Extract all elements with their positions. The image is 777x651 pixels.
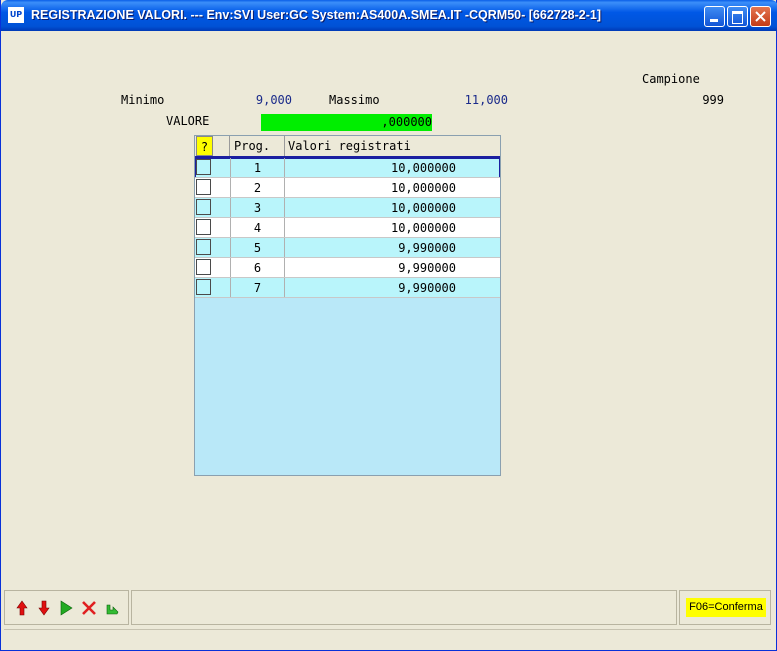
table-row[interactable]: 1 10,000000 [195,158,500,178]
maximize-button[interactable] [727,6,748,27]
massimo-label: Massimo [329,93,380,107]
minimo-value: 9,000 [255,93,292,107]
function-key-panel: F06=Conferma [679,590,771,625]
close-button[interactable] [750,6,771,27]
row-divider [195,217,500,218]
row-prog: 2 [230,178,285,198]
row-value: 9,990000 [398,241,456,255]
row-value: 9,990000 [398,281,456,295]
arrow-down-icon[interactable] [35,599,53,617]
f06-confirm-button[interactable]: F06=Conferma [686,598,766,617]
row-select-checkbox[interactable] [196,159,211,175]
row-value: 10,000000 [390,181,456,195]
row-select-checkbox[interactable] [196,259,211,275]
help-button[interactable]: ? [196,136,213,156]
table-row[interactable]: 3 10,000000 [195,198,500,218]
row-select-checkbox[interactable] [196,179,211,195]
return-icon[interactable] [103,599,121,617]
row-prog: 3 [230,198,285,218]
minimize-button[interactable] [704,6,725,27]
row-prog: 1 [230,158,285,178]
status-bar [4,629,771,646]
play-icon[interactable] [57,599,75,617]
row-prog: 4 [230,218,285,238]
message-panel [131,590,677,625]
column-header-values[interactable]: Valori registrati [285,136,500,156]
column-header-prog[interactable]: Prog. [230,136,285,156]
row-prog: 5 [230,238,285,258]
window-title: REGISTRAZIONE VALORI. --- Env:SVI User:G… [31,8,602,22]
row-select-checkbox[interactable] [196,199,211,215]
valore-label: VALORE [166,114,210,128]
campione-value: 999 [702,93,724,107]
row-value: 9,990000 [398,261,456,275]
arrow-up-icon[interactable] [13,599,31,617]
navigation-panel [4,590,129,625]
row-select-checkbox[interactable] [196,219,211,235]
row-value: 10,000000 [390,221,456,235]
table-row[interactable]: 7 9,990000 [195,278,500,298]
grid-header: ? Prog. Valori registrati [195,136,500,158]
row-divider [195,257,500,258]
cancel-x-icon[interactable] [80,599,98,617]
app-window: UP REGISTRAZIONE VALORI. --- Env:SVI Use… [0,0,777,651]
row-divider [195,177,500,178]
row-divider [195,297,500,298]
title-bar[interactable]: UP REGISTRAZIONE VALORI. --- Env:SVI Use… [1,0,777,31]
table-row[interactable]: 2 10,000000 [195,178,500,198]
row-divider [195,197,500,198]
app-icon: UP [8,7,24,23]
command-bar: F06=Conferma [4,590,771,627]
valore-input[interactable]: ,000000 [261,114,432,131]
row-select-checkbox[interactable] [196,239,211,255]
close-icon [755,11,766,22]
form-area: Campione Minimo 9,000 Massimo 11,000 999… [4,31,774,587]
row-prog: 6 [230,258,285,278]
values-grid: ? Prog. Valori registrati 1 10,000000 2 … [194,135,501,476]
massimo-value: 11,000 [464,93,508,107]
select-column-header [213,136,230,156]
campione-label: Campione [642,72,700,86]
row-prog: 7 [230,278,285,298]
row-divider [195,237,500,238]
minimo-label: Minimo [121,93,165,107]
table-row[interactable]: 6 9,990000 [195,258,500,278]
table-row[interactable]: 5 9,990000 [195,238,500,258]
table-row[interactable]: 4 10,000000 [195,218,500,238]
row-value: 10,000000 [390,161,456,175]
row-value: 10,000000 [390,201,456,215]
row-divider [195,277,500,278]
row-select-checkbox[interactable] [196,279,211,295]
